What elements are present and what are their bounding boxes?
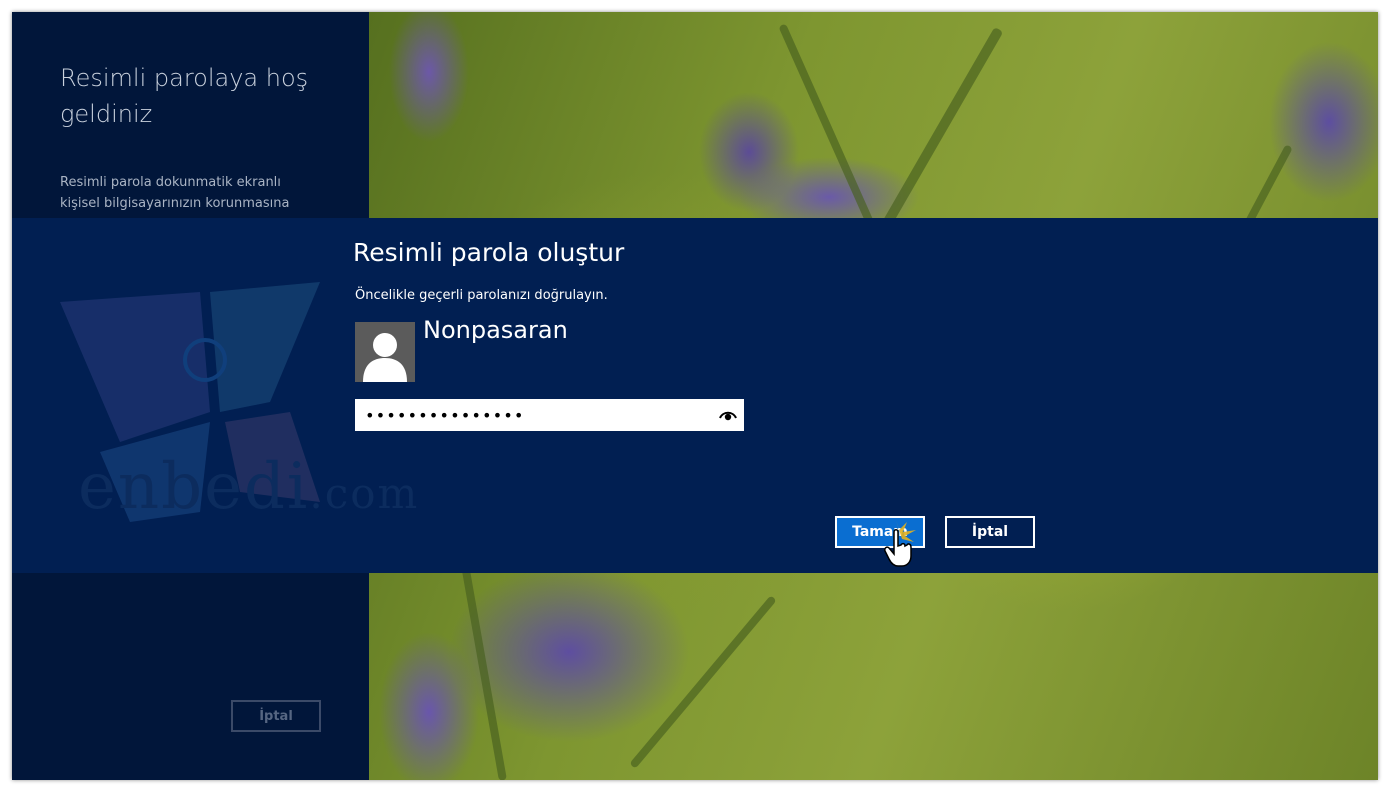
watermark-text: enbedi.com [78,450,420,524]
welcome-title: Resimli parolaya hoş geldiniz [60,64,309,128]
password-input[interactable] [355,399,744,431]
ok-button[interactable]: Tamam [835,516,925,548]
screen: Resimli parolaya hoş geldiniz Resimli pa… [12,12,1378,780]
dialog-subtitle: Öncelikle geçerli parolanızı doğrulayın. [355,288,608,303]
left-cancel-button[interactable]: İptal [231,700,321,732]
user-name: Nonpasaran [423,316,568,344]
eye-icon[interactable] [718,406,738,424]
cancel-button[interactable]: İptal [945,516,1035,548]
dialog-title: Resimli parola oluştur [353,238,625,267]
user-silhouette-icon [355,322,415,382]
